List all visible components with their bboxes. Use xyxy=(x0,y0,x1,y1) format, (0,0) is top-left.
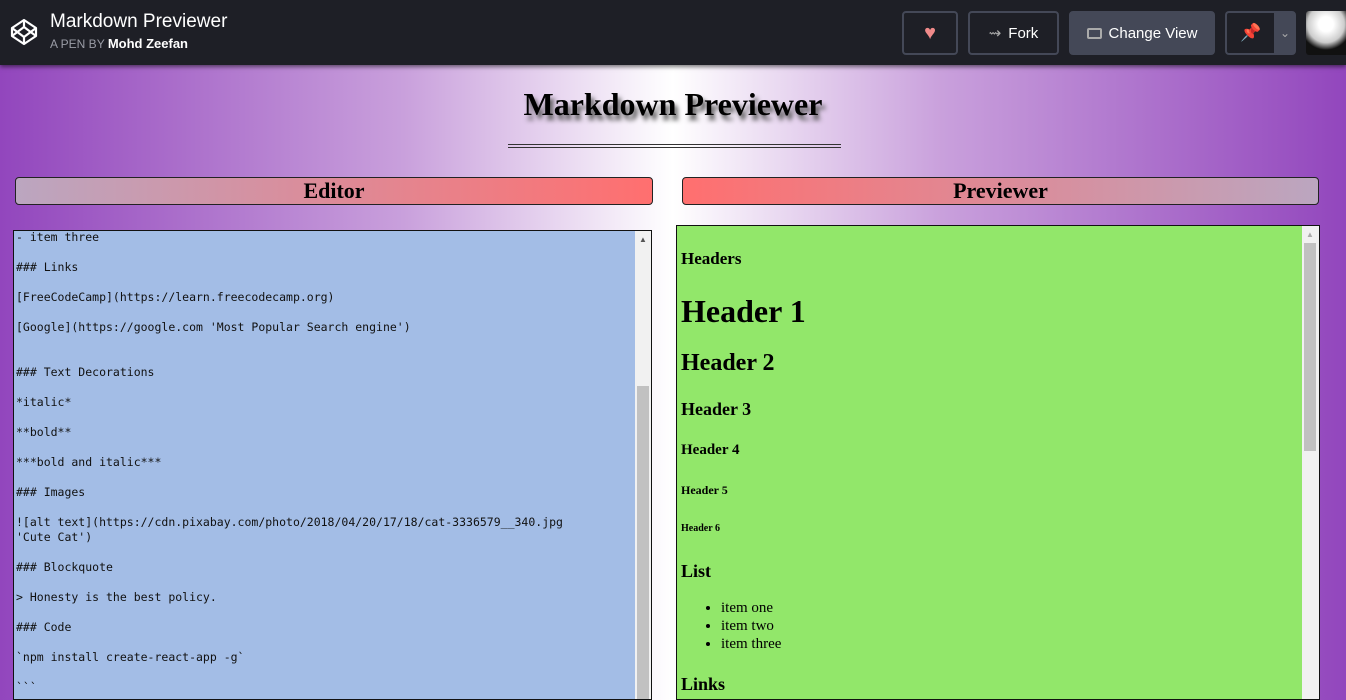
chevron-down-icon: ⌄ xyxy=(1279,26,1291,40)
page-title: Markdown Previewer xyxy=(523,86,823,122)
fork-icon: ⇝ xyxy=(988,25,1002,42)
previewer-heading: Previewer xyxy=(682,177,1319,205)
preview-h4: Header 4 xyxy=(681,442,740,458)
codepen-header: Markdown Previewer A PEN BY Mohd Zeefan … xyxy=(0,0,1346,65)
editor-content[interactable]: - item three ### Links [FreeCodeCamp](ht… xyxy=(14,231,651,695)
preview-list-heading: List xyxy=(681,561,712,581)
by-label: A PEN BY xyxy=(50,37,105,51)
fork-button[interactable]: ⇝ Fork xyxy=(968,11,1059,55)
preview-pane: Headers Header 1 Header 2 Header 3 Heade… xyxy=(676,225,1320,700)
fork-label: Fork xyxy=(1008,24,1039,42)
preview-scroll-thumb[interactable] xyxy=(1304,243,1316,451)
editor-scrollbar[interactable]: ▲ xyxy=(635,231,651,699)
preview-h3: Header 3 xyxy=(681,399,752,419)
list-item: item three xyxy=(721,636,781,653)
preview-h6: Header 6 xyxy=(681,523,720,534)
author-link[interactable]: Mohd Zeefan xyxy=(108,36,188,51)
heart-icon: ♥ xyxy=(924,21,936,44)
list-item: item two xyxy=(721,618,774,635)
change-view-button[interactable]: Change View xyxy=(1069,11,1215,55)
pin-button[interactable]: 📌 xyxy=(1225,11,1275,55)
like-button[interactable]: ♥ xyxy=(902,11,958,55)
preview-h2: Header 2 xyxy=(681,350,775,376)
pen-author: A PEN BY Mohd Zeefan xyxy=(50,36,188,51)
preview-h1: Header 1 xyxy=(681,293,806,329)
preview-scrollbar[interactable]: ▲ xyxy=(1302,226,1319,699)
change-view-label: Change View xyxy=(1108,24,1198,42)
pen-title: Markdown Previewer xyxy=(50,11,228,32)
editor-heading: Editor xyxy=(15,177,653,205)
editor-scroll-thumb[interactable] xyxy=(637,386,649,699)
scroll-up-icon[interactable]: ▲ xyxy=(639,235,647,244)
pin-icon: 📌 xyxy=(1240,23,1262,42)
preview-h3-headers: Headers xyxy=(681,249,742,268)
user-avatar[interactable] xyxy=(1306,11,1346,55)
list-item: item one xyxy=(721,600,773,617)
preview-h5: Header 5 xyxy=(681,483,728,497)
title-divider xyxy=(508,144,841,148)
editor-textarea[interactable]: - item three ### Links [FreeCodeCamp](ht… xyxy=(13,230,652,700)
codepen-logo-icon[interactable] xyxy=(10,18,38,46)
scroll-up-icon[interactable]: ▲ xyxy=(1306,230,1314,239)
pin-dropdown-button[interactable]: ⌄ xyxy=(1274,11,1296,55)
preview-links-heading: Links xyxy=(681,674,726,694)
eye-icon xyxy=(1086,27,1102,39)
